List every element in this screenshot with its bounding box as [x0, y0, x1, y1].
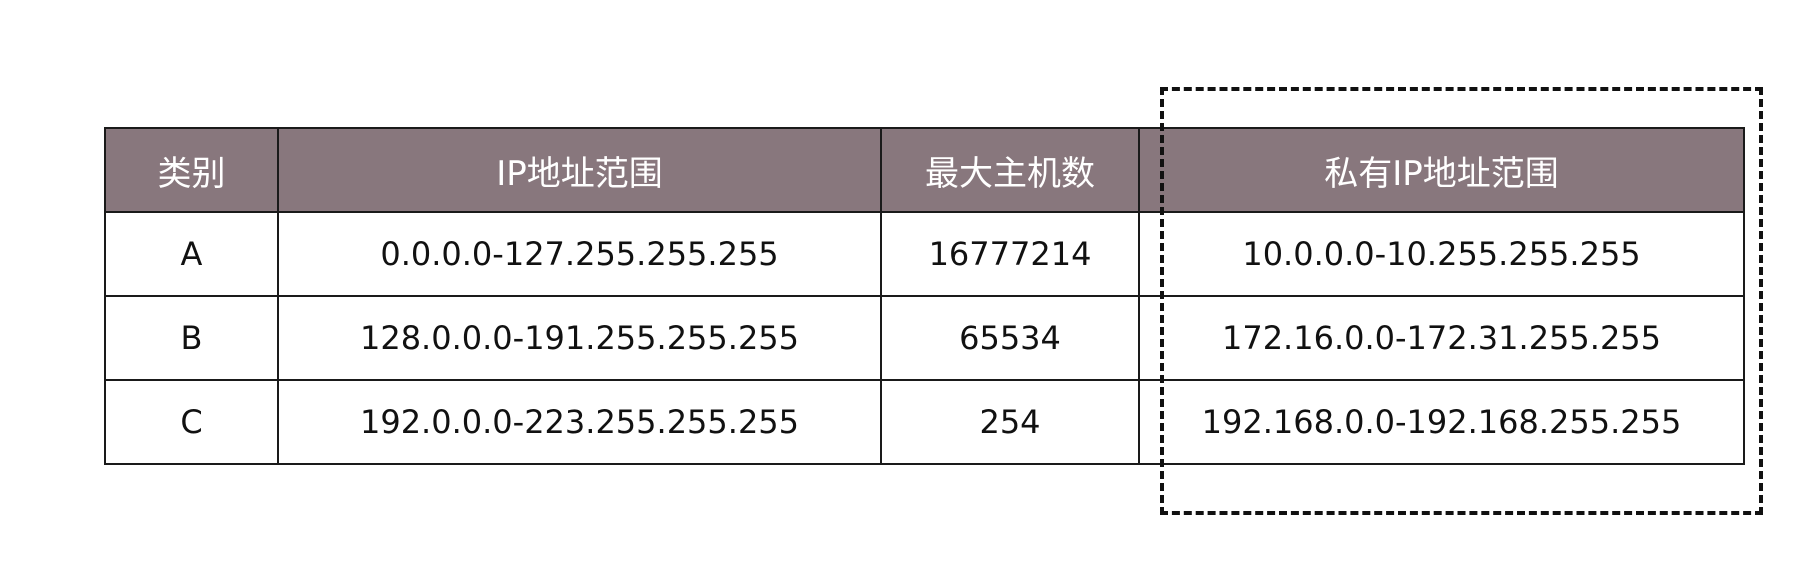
cell-ip-range: 128.0.0.0-191.255.255.255: [277, 295, 882, 381]
cell-class: B: [104, 295, 279, 381]
cell-ip-range: 192.0.0.0-223.255.255.255: [277, 379, 882, 465]
cell-class: A: [104, 211, 279, 297]
table-body: A 0.0.0.0-127.255.255.255 16777214 10.0.…: [104, 211, 1745, 465]
cell-private-ip-range: 10.0.0.0-10.255.255.255: [1138, 211, 1745, 297]
cell-private-ip-range: 192.168.0.0-192.168.255.255: [1138, 379, 1745, 465]
cell-class: C: [104, 379, 279, 465]
header-class: 类别: [104, 127, 279, 213]
table-row: C 192.0.0.0-223.255.255.255 254 192.168.…: [104, 379, 1745, 465]
table-header: 类别 IP地址范围 最大主机数 私有IP地址范围: [104, 127, 1745, 213]
header-max-hosts: 最大主机数: [880, 127, 1140, 213]
cell-max-hosts: 16777214: [880, 211, 1140, 297]
table-row: A 0.0.0.0-127.255.255.255 16777214 10.0.…: [104, 211, 1745, 297]
cell-ip-range: 0.0.0.0-127.255.255.255: [277, 211, 882, 297]
cell-private-ip-range: 172.16.0.0-172.31.255.255: [1138, 295, 1745, 381]
cell-max-hosts: 65534: [880, 295, 1140, 381]
header-row: 类别 IP地址范围 最大主机数 私有IP地址范围: [104, 127, 1745, 213]
table-row: B 128.0.0.0-191.255.255.255 65534 172.16…: [104, 295, 1745, 381]
ip-address-class-table: 类别 IP地址范围 最大主机数 私有IP地址范围 A 0.0.0.0-127.2…: [104, 127, 1745, 465]
cell-max-hosts: 254: [880, 379, 1140, 465]
header-ip-range: IP地址范围: [277, 127, 882, 213]
header-private-ip-range: 私有IP地址范围: [1138, 127, 1745, 213]
